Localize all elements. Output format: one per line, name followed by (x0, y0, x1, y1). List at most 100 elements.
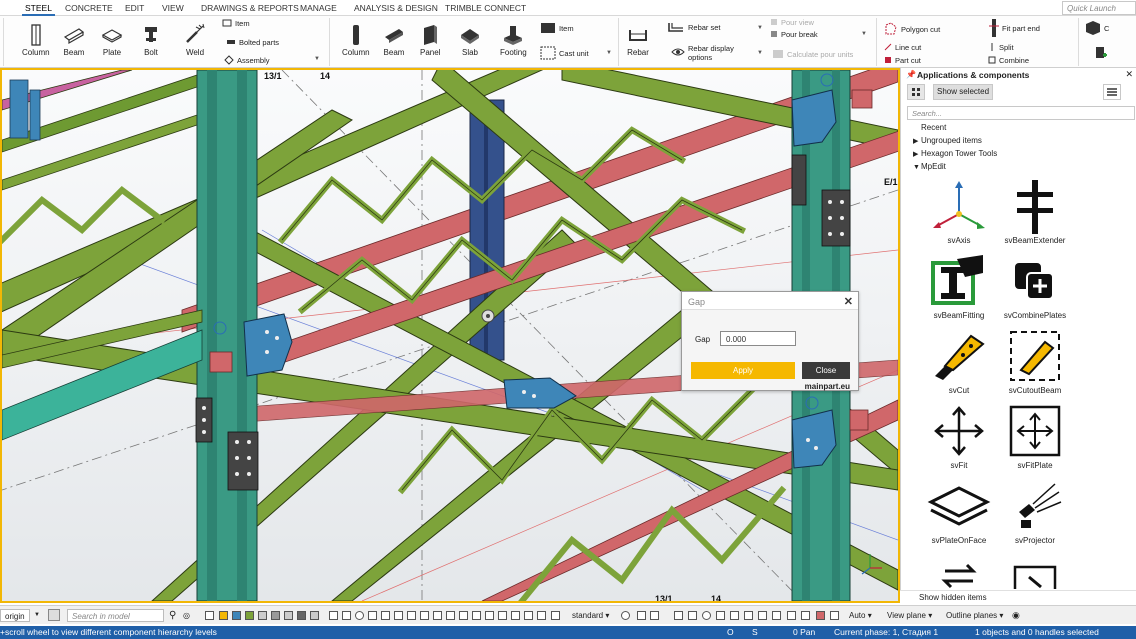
chevron-down-icon[interactable]: ▼ (861, 31, 867, 37)
search-model-input[interactable]: Search in model (67, 609, 164, 622)
chevron-down-icon[interactable]: ▼ (34, 609, 40, 622)
status-ortho[interactable]: O (727, 627, 734, 637)
standard-select[interactable]: standard ▾ (572, 609, 609, 622)
gear-icon[interactable] (621, 611, 630, 620)
split-button[interactable]: Split (988, 43, 1014, 53)
add-part-button[interactable] (1094, 46, 1111, 62)
eye-icon[interactable]: ◉ (1012, 609, 1020, 622)
snap-mid-icon[interactable] (368, 611, 377, 620)
component-search-input[interactable]: Search... (907, 106, 1135, 120)
auto-select[interactable]: Auto ▾ (849, 609, 872, 622)
snap-intersection-icon[interactable] (381, 611, 390, 620)
polygon-cut-button[interactable]: Polygon cut (884, 22, 940, 38)
toggle-11-icon[interactable] (816, 611, 825, 620)
steel-column-button[interactable]: Column (22, 24, 50, 57)
chevron-down-icon[interactable]: ▼ (606, 50, 612, 56)
snap-nearest-icon[interactable] (420, 611, 429, 620)
toggle-4-icon[interactable] (716, 611, 725, 620)
select-arrow-icon[interactable] (205, 611, 214, 620)
component-svcombineplates[interactable]: svCombinePlates (999, 253, 1071, 320)
origin-select[interactable]: origin (0, 609, 30, 622)
select-components-icon[interactable] (245, 611, 254, 620)
select-groups-icon[interactable] (284, 611, 293, 620)
steel-plate-button[interactable]: Plate (101, 24, 123, 57)
tab-steel[interactable]: STEEL (22, 3, 55, 16)
component-svbeamfitting[interactable]: svBeamFitting (923, 253, 995, 320)
snap-angle-icon[interactable] (485, 611, 494, 620)
select-objects-icon[interactable] (271, 611, 280, 620)
gap-input[interactable]: 0.000 (720, 331, 796, 346)
select-assemblies-icon[interactable] (258, 611, 267, 620)
snap-center-icon[interactable] (355, 611, 364, 620)
tree-item-hexagon[interactable]: ▶ Hexagon Tower Tools (913, 149, 997, 158)
component-svfitplate[interactable]: svFitPlate (999, 403, 1071, 470)
show-hidden-items-toggle[interactable]: Show hidden items (900, 590, 1136, 603)
concrete-slab-button[interactable]: Slab (459, 24, 481, 57)
component-svplateonface[interactable]: svPlateOnFace (923, 478, 995, 545)
status-snap[interactable]: S (752, 627, 758, 637)
search-icon[interactable]: ⚲ (169, 609, 176, 622)
more-edit-button[interactable]: C (1085, 20, 1109, 38)
chevron-down-icon[interactable]: ▼ (314, 56, 320, 62)
view-plane-select[interactable]: View plane ▾ (887, 609, 932, 622)
toggle-9-icon[interactable] (787, 611, 796, 620)
assembly-button[interactable]: Assembly (224, 55, 270, 67)
rebar-button[interactable]: Rebar (627, 24, 649, 57)
snap-extension-icon[interactable] (472, 611, 481, 620)
toggle-8-icon[interactable] (772, 611, 781, 620)
calculate-pour-units-button[interactable]: Calculate pour units (772, 49, 853, 61)
toggle-6-icon[interactable] (744, 611, 753, 620)
quick-launch-input[interactable]: Quick Launch (1062, 1, 1136, 15)
outline-planes-select[interactable]: Outline planes ▾ (946, 609, 1003, 622)
bolted-parts-button[interactable]: Bolted parts (226, 37, 279, 49)
select-bolts-icon[interactable] (310, 611, 319, 620)
view-plane-icon[interactable] (650, 611, 659, 620)
concrete-column-button[interactable]: Column (342, 24, 370, 57)
close-icon[interactable]: ✕ (1125, 69, 1133, 80)
component-svbeamextender[interactable]: svBeamExtender (999, 178, 1071, 245)
list-view-button[interactable] (1103, 84, 1121, 100)
snap-free-icon[interactable] (459, 611, 468, 620)
steel-item-button[interactable]: Item (222, 18, 250, 30)
cast-unit-button[interactable]: Cast unit (540, 46, 589, 62)
snap-any-icon[interactable] (433, 611, 442, 620)
tree-item-mpedit[interactable]: ▼MpEdit (913, 162, 946, 171)
select-parts-icon[interactable] (232, 611, 241, 620)
component-partial[interactable] (923, 561, 995, 589)
toggle-1-icon[interactable] (674, 611, 683, 620)
snap-edges-icon[interactable] (524, 611, 533, 620)
snap-ref-icon[interactable] (329, 611, 338, 620)
toggle-10-icon[interactable] (801, 611, 810, 620)
rebar-set-button[interactable]: Rebar set (667, 20, 721, 36)
apply-button[interactable]: Apply (691, 362, 795, 379)
component-partial[interactable] (999, 561, 1071, 589)
component-svprojector[interactable]: svProjector (999, 478, 1071, 545)
snap-geometry-icon[interactable] (342, 611, 351, 620)
tab-edit[interactable]: EDIT (125, 3, 144, 13)
pick-icon[interactable] (48, 609, 60, 621)
tab-trimble-connect[interactable]: TRIMBLE CONNECT (445, 3, 526, 13)
concrete-item-button[interactable]: Item (540, 21, 574, 37)
steel-weld-button[interactable]: Weld (183, 22, 207, 57)
work-plane-icon[interactable] (637, 611, 646, 620)
fit-part-end-button[interactable]: Fit part end (989, 18, 1040, 40)
close-button[interactable]: Close (802, 362, 850, 379)
toggle-7-icon[interactable] (758, 611, 767, 620)
snap-tangent-icon[interactable] (537, 611, 546, 620)
toggle-5-icon[interactable] (730, 611, 739, 620)
pour-break-button[interactable]: Pour break (770, 30, 818, 40)
tree-item-ungrouped[interactable]: ▶ Ungrouped items (913, 136, 982, 145)
concrete-beam-button[interactable]: Beam (383, 24, 405, 57)
grid-view-button[interactable] (907, 84, 925, 100)
snap-grid-icon[interactable] (446, 611, 455, 620)
chevron-down-icon[interactable]: ▼ (757, 25, 763, 31)
rebar-display-options-button[interactable]: Rebar display options (671, 44, 746, 62)
part-cut-button[interactable]: Part cut (884, 56, 921, 66)
component-svfit[interactable]: svFit (923, 403, 995, 470)
toggle-12-icon[interactable] (830, 611, 839, 620)
toggle-3-icon[interactable] (702, 611, 711, 620)
pour-view-button[interactable]: Pour view (770, 18, 814, 28)
combine-button[interactable]: Combine (988, 56, 1029, 66)
close-icon[interactable]: ✕ (844, 295, 853, 308)
snap-perpendicular-icon[interactable] (394, 611, 403, 620)
